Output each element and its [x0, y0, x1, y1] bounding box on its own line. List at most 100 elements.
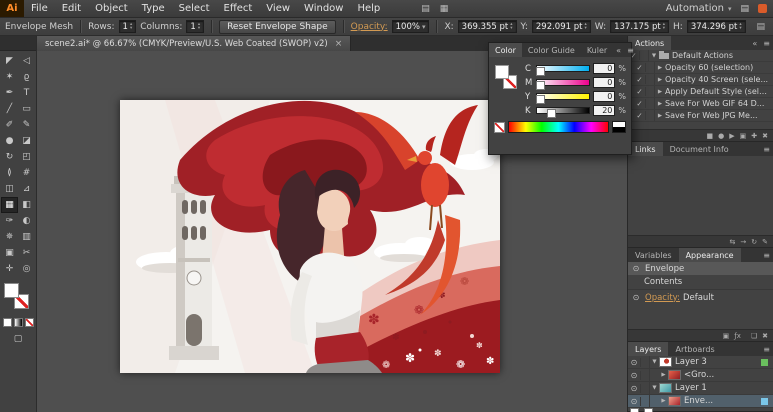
stepper-icon[interactable]: ▴ ▾ — [584, 22, 586, 31]
stepper-icon[interactable]: ▴ ▾ — [510, 22, 512, 31]
tab-color[interactable]: Color — [489, 43, 522, 57]
x-input[interactable]: 369.355 pt ▴ ▾ — [457, 20, 517, 33]
delete-icon[interactable]: ✖ — [762, 332, 768, 340]
collapsed-icon[interactable]: ▶ — [659, 398, 668, 404]
color-spectrum-bar[interactable] — [508, 121, 609, 133]
expand-icon[interactable]: ▼ — [650, 385, 659, 391]
lock-toggle[interactable] — [641, 356, 650, 368]
rows-input[interactable]: 1 ▴ ▾ — [118, 20, 137, 33]
panel-menu-icon[interactable]: ≡ — [760, 248, 773, 262]
color-mode-button[interactable] — [2, 318, 12, 327]
tool-scale[interactable]: ◰ — [18, 149, 35, 165]
layer-row[interactable]: ⊙ ▶ Enve... — [628, 395, 773, 408]
tab-layers[interactable]: Layers — [628, 342, 669, 356]
tab-document-info[interactable]: Document Info — [663, 142, 736, 156]
panel-menu-icon[interactable]: ≡ — [760, 342, 773, 356]
play-selection-icon[interactable]: ▶ — [729, 132, 734, 140]
collapsed-icon[interactable]: ▶ — [655, 77, 665, 83]
tool-slice[interactable]: ✂ — [18, 245, 35, 261]
tool-type[interactable]: T — [18, 85, 35, 101]
stepper-icon[interactable]: ▴ ▾ — [663, 22, 665, 31]
lock-toggle[interactable] — [641, 382, 650, 394]
tool-magic-wand[interactable]: ✶ — [1, 69, 18, 85]
stepper-icon[interactable]: ▴ ▾ — [198, 22, 200, 31]
action-set-row[interactable]: ✓ ▼ Default Actions — [628, 50, 773, 62]
tool-eyedropper[interactable]: ✑ — [1, 213, 18, 229]
w-input[interactable]: 137.175 pt ▴ ▾ — [610, 20, 669, 33]
tool-mesh[interactable]: ▦ — [1, 197, 18, 213]
workspace-switcher[interactable]: Automation ▾ — [666, 3, 732, 14]
opacity-link[interactable]: Opacity: — [351, 22, 388, 32]
tool-artboard[interactable]: ▣ — [1, 245, 18, 261]
menu-select[interactable]: Select — [172, 0, 217, 17]
layer-row[interactable]: ⊙ ▼ Layer 1 — [628, 382, 773, 395]
yellow-slider[interactable] — [536, 93, 591, 104]
tool-shape-builder[interactable]: ◫ — [1, 181, 18, 197]
add-effect-icon[interactable]: ƒx — [734, 332, 741, 340]
yellow-value-input[interactable]: 0 — [593, 91, 616, 102]
tool-zoom[interactable]: ◎ — [18, 261, 35, 277]
artboard[interactable]: ✽ ✽ ❁ ✽ ❁ ❁ ✽ ✽ ❁ ✽ ✽ — [120, 100, 500, 373]
action-row[interactable]: ✓ ▶ Save For Web JPG Me... — [628, 110, 773, 122]
stop-playing-icon[interactable]: ■ — [707, 132, 714, 140]
tab-kuler[interactable]: Kuler — [581, 43, 613, 57]
dock-collapse-icon[interactable]: « — [749, 36, 760, 50]
menu-file[interactable]: File — [24, 0, 55, 17]
menu-window[interactable]: Window — [297, 0, 350, 17]
tool-eraser[interactable]: ◪ — [18, 133, 35, 149]
gradient-mode-button[interactable] — [13, 318, 23, 327]
visibility-eye-icon[interactable]: ⊙ — [630, 264, 642, 273]
menu-effect[interactable]: Effect — [217, 0, 260, 17]
links-list[interactable] — [628, 156, 773, 235]
dock-collapse-icon[interactable]: « — [613, 43, 624, 57]
new-art-icon[interactable]: ▣ — [723, 332, 730, 340]
white-black-swatches[interactable] — [612, 121, 626, 133]
collapsed-icon[interactable]: ▶ — [655, 89, 665, 95]
expand-icon[interactable]: ▼ — [650, 359, 659, 365]
appearance-row-contents[interactable]: Contents — [628, 275, 773, 412]
action-row[interactable]: ✓ ▶ Opacity 60 (selection) — [628, 62, 773, 74]
begin-recording-icon[interactable]: ● — [718, 132, 724, 140]
tool-selection[interactable]: ◤ — [1, 53, 18, 69]
y-input[interactable]: 292.091 pt ▴ ▾ — [531, 20, 591, 33]
tab-variables[interactable]: Variables — [628, 248, 679, 262]
menu-view[interactable]: View — [259, 0, 297, 17]
document-tab[interactable]: scene2.ai* @ 66.67% (CMYK/Preview/U.S. W… — [37, 36, 352, 51]
visibility-eye-icon[interactable]: ⊙ — [628, 357, 641, 367]
panel-menu-icon[interactable]: ≡ — [624, 43, 637, 57]
magenta-slider[interactable] — [536, 79, 591, 90]
lock-toggle[interactable] — [641, 395, 650, 407]
tab-appearance[interactable]: Appearance — [678, 248, 741, 262]
magenta-value-input[interactable]: 0 — [593, 77, 616, 88]
action-check-icon[interactable]: ✓ — [634, 87, 646, 96]
visibility-eye-icon[interactable]: ⊙ — [630, 293, 642, 302]
tool-blend[interactable]: ◐ — [18, 213, 35, 229]
tool-symbol-sprayer[interactable]: ✵ — [1, 229, 18, 245]
tool-pencil[interactable]: ✎ — [18, 117, 35, 133]
visibility-eye-icon[interactable]: ⊙ — [628, 396, 641, 406]
opacity-input[interactable]: 100% ▾ — [391, 20, 430, 33]
document-layout-icon[interactable]: ▦ — [440, 4, 449, 14]
update-link-icon[interactable]: ↻ — [751, 238, 757, 246]
edit-original-icon[interactable]: ✎ — [762, 238, 768, 246]
tool-rotate[interactable]: ↻ — [1, 149, 18, 165]
appearance-row-opacity[interactable]: ⊙ Opacity: Default — [628, 291, 773, 304]
tool-hand[interactable]: ✛ — [1, 261, 18, 277]
none-mode-button[interactable] — [24, 318, 34, 327]
close-icon[interactable]: × — [335, 39, 343, 49]
black-value-input[interactable]: 20 — [593, 105, 616, 116]
collapsed-icon[interactable]: ▶ — [655, 101, 665, 107]
tool-width[interactable]: ≬ — [1, 165, 18, 181]
opacity-link[interactable]: Opacity: — [645, 293, 680, 303]
fill-swatch[interactable] — [4, 283, 19, 298]
cyan-slider[interactable] — [536, 65, 591, 76]
panel-dock-icon[interactable]: ▤ — [740, 4, 749, 14]
black-slider[interactable] — [536, 107, 591, 118]
dialog-toggle[interactable] — [646, 62, 655, 73]
new-action-icon[interactable]: ✚ — [751, 132, 757, 140]
control-panel-options-icon[interactable]: ▤ — [756, 22, 768, 32]
dialog-toggle[interactable] — [646, 74, 655, 85]
tool-blob-brush[interactable]: ● — [1, 133, 18, 149]
menu-object[interactable]: Object — [88, 0, 135, 17]
lock-toggle[interactable] — [641, 369, 650, 381]
